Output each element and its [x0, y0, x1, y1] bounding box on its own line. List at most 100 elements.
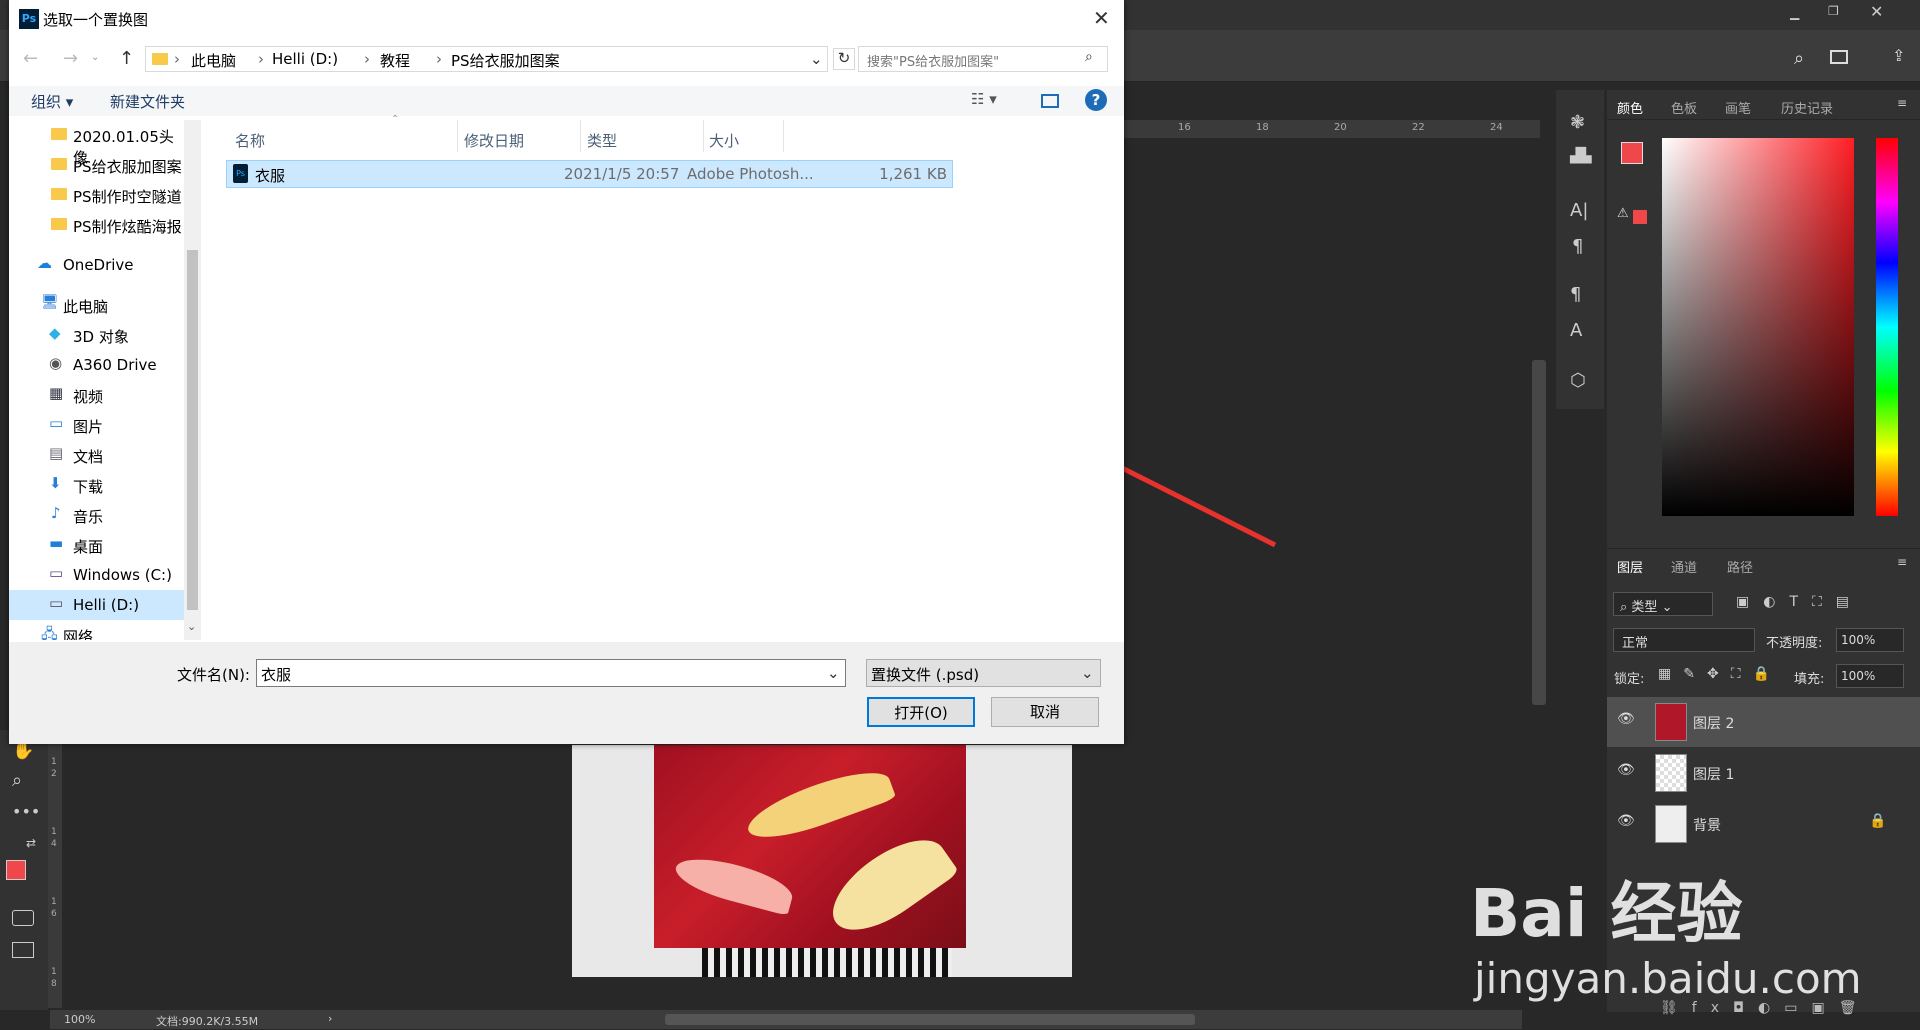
view-options-icon[interactable]: ☷ ▾ [971, 90, 997, 108]
close-window-button[interactable]: ✕ [1870, 2, 1890, 21]
foreground-color-swatch[interactable] [6, 860, 26, 880]
back-icon[interactable]: ← [23, 48, 38, 69]
filetype-select[interactable]: 置换文件 (.psd) ⌄ [866, 659, 1101, 687]
navigation-scrollbar[interactable]: ⌄ [184, 120, 201, 640]
tab-channels[interactable]: 通道 [1671, 557, 1697, 576]
minimize-button[interactable]: ▁ [1790, 6, 1810, 24]
more-tools-icon[interactable]: ••• [12, 802, 40, 821]
breadcrumb-this-pc[interactable]: 此电脑 [191, 50, 236, 71]
address-dropdown-icon[interactable]: ⌄ [810, 50, 823, 68]
zoom-tool-icon[interactable]: ⌕ [12, 770, 22, 791]
file-row[interactable]: Ps 衣服 2021/1/5 20:57 Adobe Photosh... 1,… [226, 160, 953, 188]
address-bar[interactable]: › 此电脑 › Helli (D:) › 教程 › PS给衣服加图案 ⌄ [145, 46, 828, 72]
cancel-button[interactable]: 取消 [991, 697, 1099, 727]
nav-item-downloads[interactable]: ⬇ 下载 [9, 470, 184, 500]
character-icon[interactable]: A| [1570, 200, 1588, 221]
visibility-eye-icon[interactable]: 👁 [1617, 711, 1635, 727]
quick-mask-icon[interactable] [12, 910, 34, 926]
opacity-input[interactable]: 100% [1836, 628, 1904, 652]
nav-item-drive-c[interactable]: ▭ Windows (C:) [9, 560, 184, 590]
blend-mode-select[interactable]: 正常 [1613, 628, 1755, 652]
nav-item-documents[interactable]: ▤ 文档 [9, 440, 184, 470]
status-arrow[interactable]: › [328, 1012, 332, 1025]
foreground-color-chip[interactable] [1621, 142, 1643, 164]
tab-paths[interactable]: 路径 [1727, 557, 1753, 576]
column-header-name[interactable]: 名称 [235, 130, 265, 162]
column-header-date[interactable]: 修改日期 [464, 130, 524, 162]
nav-item-onedrive[interactable]: ☁ OneDrive [9, 250, 184, 280]
breadcrumb-drive[interactable]: Helli (D:) [272, 50, 338, 68]
filename-input[interactable]: 衣服 ⌄ [256, 659, 846, 687]
paragraph-icon[interactable]: ¶ [1572, 236, 1583, 257]
share-icon[interactable]: ⇪ [1892, 46, 1905, 65]
hue-slider[interactable] [1876, 138, 1898, 516]
search-input[interactable]: 搜索"PS给衣服加图案" ⌕ [858, 46, 1108, 72]
nav-item-folder[interactable]: 2020.01.05头像 [9, 120, 184, 167]
breadcrumb-current-folder[interactable]: PS给衣服加图案 [451, 50, 560, 71]
3d-icon[interactable]: ⬡ [1570, 370, 1586, 391]
swap-colors-icon[interactable]: ⇄ [26, 836, 36, 850]
organize-button[interactable]: 组织 ▾ [31, 91, 73, 112]
maximize-button[interactable]: ❐ [1828, 4, 1848, 22]
nav-item-folder[interactable]: PS制作炫酷海报 [9, 210, 184, 240]
zoom-level[interactable]: 100% [64, 1013, 95, 1026]
layer-row[interactable]: 👁 图层 2 [1607, 697, 1920, 747]
preview-pane-icon[interactable] [1041, 94, 1059, 108]
refresh-icon[interactable]: ↻ [833, 48, 855, 70]
nav-item-3d-objects[interactable]: ◆ 3D 对象 [9, 320, 184, 350]
workspace-icon[interactable] [1830, 50, 1848, 64]
nav-item-this-pc[interactable]: 🖥 此电脑 [9, 290, 184, 320]
filter-icons[interactable]: ▣◐T⛶▤ [1736, 594, 1863, 610]
tab-color[interactable]: 颜色 [1617, 98, 1643, 117]
filename-dropdown-icon[interactable]: ⌄ [827, 664, 840, 682]
nav-item-network[interactable]: 🖧 网络 [9, 620, 184, 640]
dialog-close-button[interactable]: ✕ [1093, 6, 1110, 30]
scroll-thumb[interactable] [187, 250, 198, 610]
fill-input[interactable]: 100% [1836, 664, 1904, 688]
help-icon[interactable]: ? [1085, 89, 1107, 111]
file-size: 1,261 KB [879, 165, 947, 183]
search-icon[interactable]: ⌕ [1794, 48, 1804, 69]
open-button[interactable]: 打开(O) [867, 697, 975, 727]
tab-layers[interactable]: 图层 [1617, 557, 1643, 576]
layers-menu-icon[interactable]: ≡ [1897, 555, 1907, 569]
visibility-eye-icon[interactable]: 👁 [1617, 813, 1635, 829]
layer-filter-select[interactable]: ⌕ 类型 ⌄ [1613, 592, 1713, 616]
properties-icon[interactable]: ❃ [1570, 112, 1585, 133]
breadcrumb-tutorial[interactable]: 教程 [380, 50, 410, 71]
tab-swatches[interactable]: 色板 [1671, 98, 1697, 117]
tab-history[interactable]: 历史记录 [1781, 98, 1833, 117]
tab-brushes[interactable]: 画笔 [1725, 98, 1751, 117]
layer-row[interactable]: 👁 图层 1 [1607, 748, 1920, 798]
nav-item-desktop[interactable]: ▬ 桌面 [9, 530, 184, 560]
layer-row[interactable]: 👁 背景 🔒 [1607, 799, 1920, 849]
history-dropdown-icon[interactable]: ⌄ [91, 52, 99, 63]
nav-item-music[interactable]: ♪ 音乐 [9, 500, 184, 530]
panel-menu-icon[interactable]: ≡ [1897, 96, 1907, 110]
up-folder-icon[interactable]: ↑ [119, 48, 134, 69]
column-header-type[interactable]: 类型 [587, 130, 617, 162]
column-header-size[interactable]: 大小 [709, 130, 739, 162]
paragraph-styles-icon[interactable]: ¶ [1570, 284, 1581, 305]
nav-item-videos[interactable]: ▦ 视频 [9, 380, 184, 410]
status-bar: 100% 文档:990.2K/3.55M › [50, 1010, 1522, 1029]
nav-item-drive-d[interactable]: ▭ Helli (D:) [9, 590, 184, 620]
lock-icons[interactable]: ▦✎✥⛶🔒 [1658, 666, 1782, 682]
canvas-horizontal-scrollbar[interactable] [665, 1014, 1195, 1025]
nav-item-pictures[interactable]: ▭ 图片 [9, 410, 184, 440]
gamut-color-chip[interactable] [1633, 210, 1647, 224]
forward-icon[interactable]: → [63, 48, 78, 69]
scroll-down-icon[interactable]: ⌄ [187, 620, 196, 633]
character-styles-icon[interactable]: A [1570, 320, 1582, 341]
histogram-icon[interactable]: ▟▙ [1570, 148, 1592, 164]
nav-item-folder[interactable]: PS给衣服加图案 [9, 150, 184, 180]
filename-value: 衣服 [261, 666, 292, 684]
nav-item-a360[interactable]: ◉ A360 Drive [9, 350, 184, 380]
color-picker-field[interactable] [1662, 138, 1854, 516]
visibility-eye-icon[interactable]: 👁 [1617, 762, 1635, 778]
screen-mode-icon[interactable] [12, 942, 34, 958]
canvas-vertical-scrollbar[interactable] [1532, 360, 1546, 705]
nav-item-folder[interactable]: PS制作时空隧道 [9, 180, 184, 210]
gamut-warning-icon[interactable]: ⚠ [1617, 206, 1629, 221]
new-folder-button[interactable]: 新建文件夹 [110, 91, 185, 112]
